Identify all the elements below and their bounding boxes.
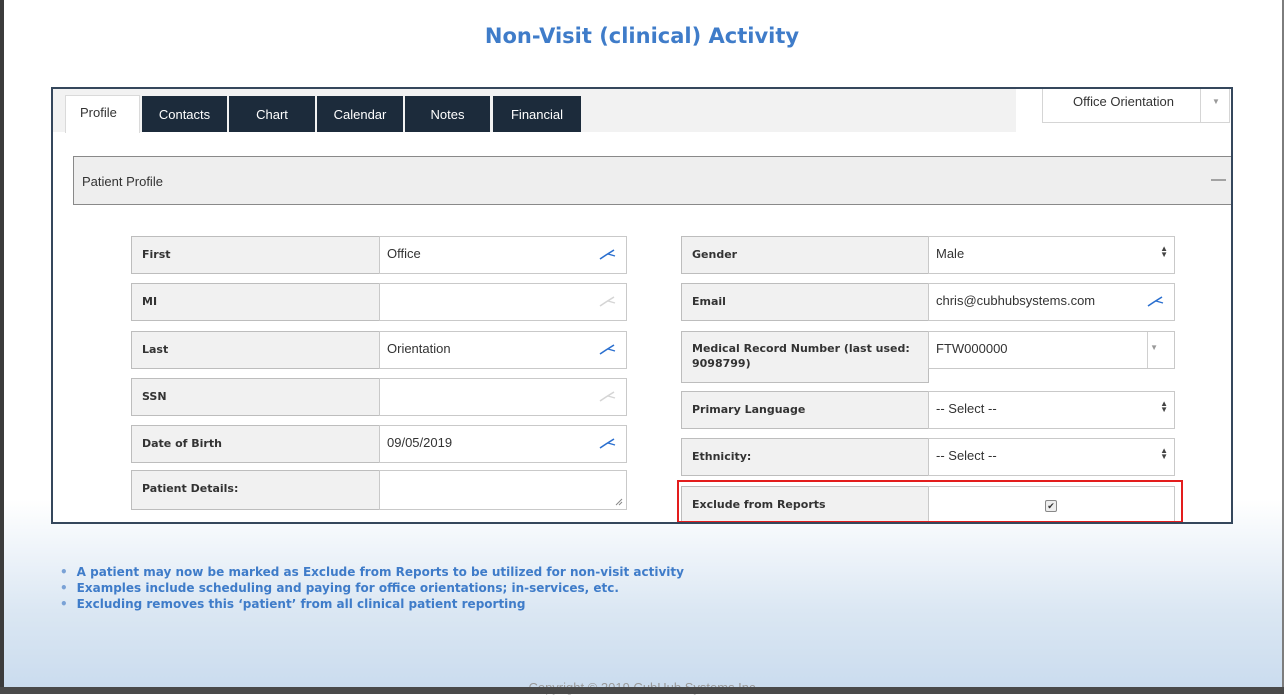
last-name-row: Last Orientation xyxy=(131,331,627,369)
callout-highlight-box xyxy=(677,480,1183,522)
bullet-item: A patient may now be marked as Exclude f… xyxy=(60,565,684,579)
window-edge-left xyxy=(0,0,4,694)
slide-bullets: A patient may now be marked as Exclude f… xyxy=(60,565,684,613)
date-of-birth-value: 09/05/2019 xyxy=(387,435,453,450)
gender-row: Gender Male ▲ ▼ xyxy=(681,236,1175,274)
first-name-value: Office xyxy=(387,246,421,261)
mrn-value: FTW000000 xyxy=(936,341,1008,356)
last-name-value: Orientation xyxy=(387,341,451,356)
mi-row: MI xyxy=(131,283,627,321)
email-row: Email chris@cubhubsystems.com xyxy=(681,283,1175,321)
patient-profile-panel-header[interactable]: Patient Profile — xyxy=(73,156,1231,205)
mrn-row: Medical Record Number (last used: 909879… xyxy=(681,331,1175,383)
bullet-item: Examples include scheduling and paying f… xyxy=(60,581,684,595)
edit-pen-icon[interactable] xyxy=(599,343,617,355)
edit-pen-icon[interactable] xyxy=(1147,295,1165,307)
patient-select-value: Office Orientation xyxy=(1073,94,1174,109)
primary-language-row: Primary Language -- Select -- ▲ ▼ xyxy=(681,391,1175,429)
date-of-birth-input[interactable]: 09/05/2019 xyxy=(379,425,627,463)
patient-details-label: Patient Details: xyxy=(131,470,380,510)
tab-chart[interactable]: Chart xyxy=(229,96,315,132)
resize-handle-icon[interactable] xyxy=(615,498,623,506)
chevron-down-icon[interactable]: ▼ xyxy=(1150,343,1158,352)
last-name-input[interactable]: Orientation xyxy=(379,331,627,369)
app-screenshot-frame: Profile Contacts Chart Calendar Notes Fi… xyxy=(51,87,1233,524)
ssn-input[interactable] xyxy=(379,378,627,416)
ethnicity-label: Ethnicity: xyxy=(681,438,929,476)
email-value: chris@cubhubsystems.com xyxy=(936,293,1096,308)
patient-details-textarea[interactable] xyxy=(379,470,627,510)
gender-value: Male xyxy=(936,246,965,261)
tab-profile[interactable]: Profile xyxy=(65,95,140,133)
edit-pen-icon[interactable] xyxy=(599,437,617,449)
date-of-birth-row: Date of Birth 09/05/2019 xyxy=(131,425,627,463)
primary-language-label: Primary Language xyxy=(681,391,929,429)
tab-financial[interactable]: Financial xyxy=(493,96,581,132)
first-name-label: First xyxy=(131,236,380,274)
edit-pen-icon[interactable] xyxy=(599,390,617,402)
edit-pen-icon[interactable] xyxy=(599,295,617,307)
combobox-divider xyxy=(1147,332,1148,368)
slide-title: Non-Visit (clinical) Activity xyxy=(484,24,800,48)
mrn-combobox[interactable]: FTW000000 ▼ xyxy=(928,331,1175,369)
first-name-input[interactable]: Office xyxy=(379,236,627,274)
email-input[interactable]: chris@cubhubsystems.com xyxy=(928,283,1175,321)
first-name-row: First Office xyxy=(131,236,627,274)
select-divider xyxy=(1200,89,1201,122)
tab-bar: Profile Contacts Chart Calendar Notes Fi… xyxy=(53,89,1231,133)
chevron-down-icon[interactable]: ▼ xyxy=(1212,97,1220,106)
tab-contacts[interactable]: Contacts xyxy=(142,96,227,132)
ethnicity-row: Ethnicity: -- Select -- ▲ ▼ xyxy=(681,438,1175,476)
ssn-label: SSN xyxy=(131,378,380,416)
bullet-item: Excluding removes this ‘patient’ from al… xyxy=(60,597,684,611)
tab-notes[interactable]: Notes xyxy=(405,96,490,132)
gender-label: Gender xyxy=(681,236,929,274)
tab-calendar[interactable]: Calendar xyxy=(317,96,403,132)
select-arrows-icon: ▲ ▼ xyxy=(1160,446,1168,461)
primary-language-value: -- Select -- xyxy=(936,401,997,416)
date-of-birth-label: Date of Birth xyxy=(131,425,380,463)
primary-language-select[interactable]: -- Select -- ▲ ▼ xyxy=(928,391,1175,429)
patient-select-area: Office Orientation ▼ xyxy=(1016,89,1231,132)
mi-label: MI xyxy=(131,283,380,321)
edit-pen-icon[interactable] xyxy=(599,248,617,260)
ssn-row: SSN xyxy=(131,378,627,416)
gender-select[interactable]: Male ▲ ▼ xyxy=(928,236,1175,274)
patient-select[interactable]: Office Orientation ▼ xyxy=(1042,89,1230,123)
select-arrows-icon: ▲ ▼ xyxy=(1160,244,1168,259)
window-edge-bottom xyxy=(0,687,1284,694)
select-arrows-icon: ▲ ▼ xyxy=(1160,399,1168,414)
mi-input[interactable] xyxy=(379,283,627,321)
email-label: Email xyxy=(681,283,929,321)
collapse-icon[interactable]: — xyxy=(1211,171,1226,188)
panel-title: Patient Profile xyxy=(82,174,163,189)
patient-details-row: Patient Details: xyxy=(131,470,627,510)
ethnicity-value: -- Select -- xyxy=(936,448,997,463)
mrn-label: Medical Record Number (last used: 909879… xyxy=(681,331,929,383)
ethnicity-select[interactable]: -- Select -- ▲ ▼ xyxy=(928,438,1175,476)
last-name-label: Last xyxy=(131,331,380,369)
